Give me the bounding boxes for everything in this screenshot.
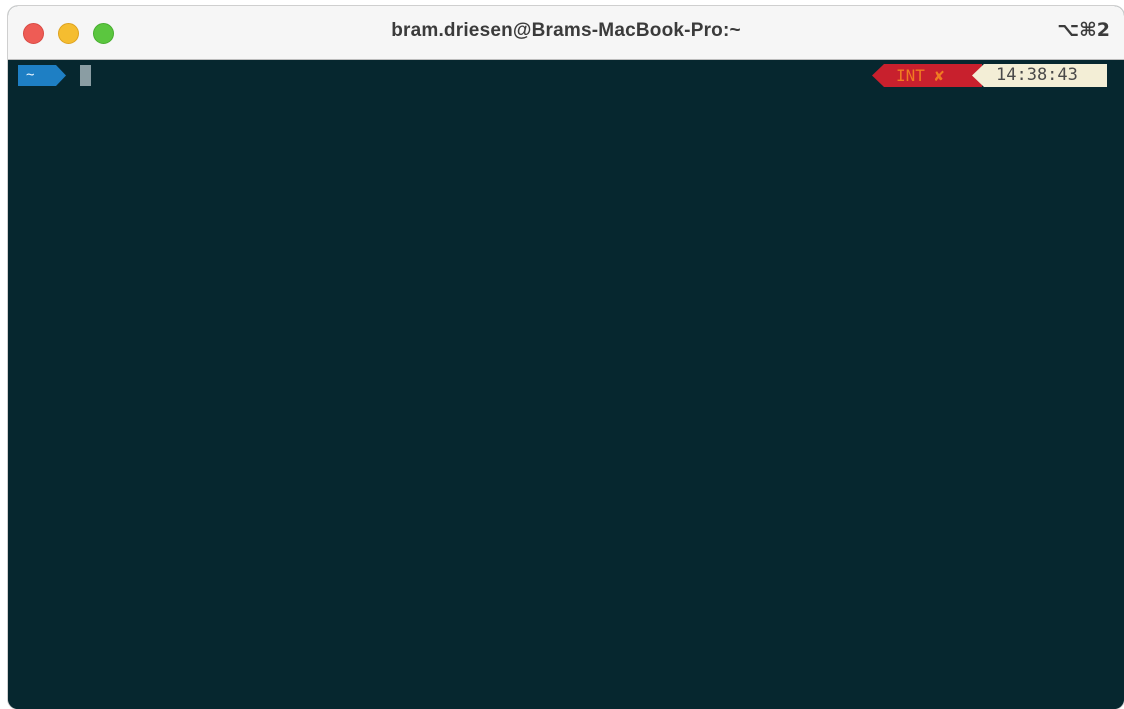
right-prompt: INT ✘ 14:38:43	[872, 64, 1107, 87]
clock-text: 14:38:43	[996, 65, 1078, 85]
prompt-path-text: ~	[26, 67, 35, 83]
prompt-path-segment: ~	[18, 65, 66, 86]
terminal-body[interactable]: ~ INT ✘ 14:38:43	[8, 60, 1124, 709]
terminal-cursor	[80, 65, 91, 86]
title-bar[interactable]: bram.driesen@Brams-MacBook-Pro:~ ⌥⌘2	[8, 6, 1124, 60]
window-title: bram.driesen@Brams-MacBook-Pro:~	[391, 20, 741, 41]
window-shortcut: ⌥⌘2	[1057, 19, 1110, 41]
exit-status-text: INT ✘	[896, 66, 945, 85]
terminal-window: bram.driesen@Brams-MacBook-Pro:~ ⌥⌘2 ~ I…	[8, 6, 1124, 709]
